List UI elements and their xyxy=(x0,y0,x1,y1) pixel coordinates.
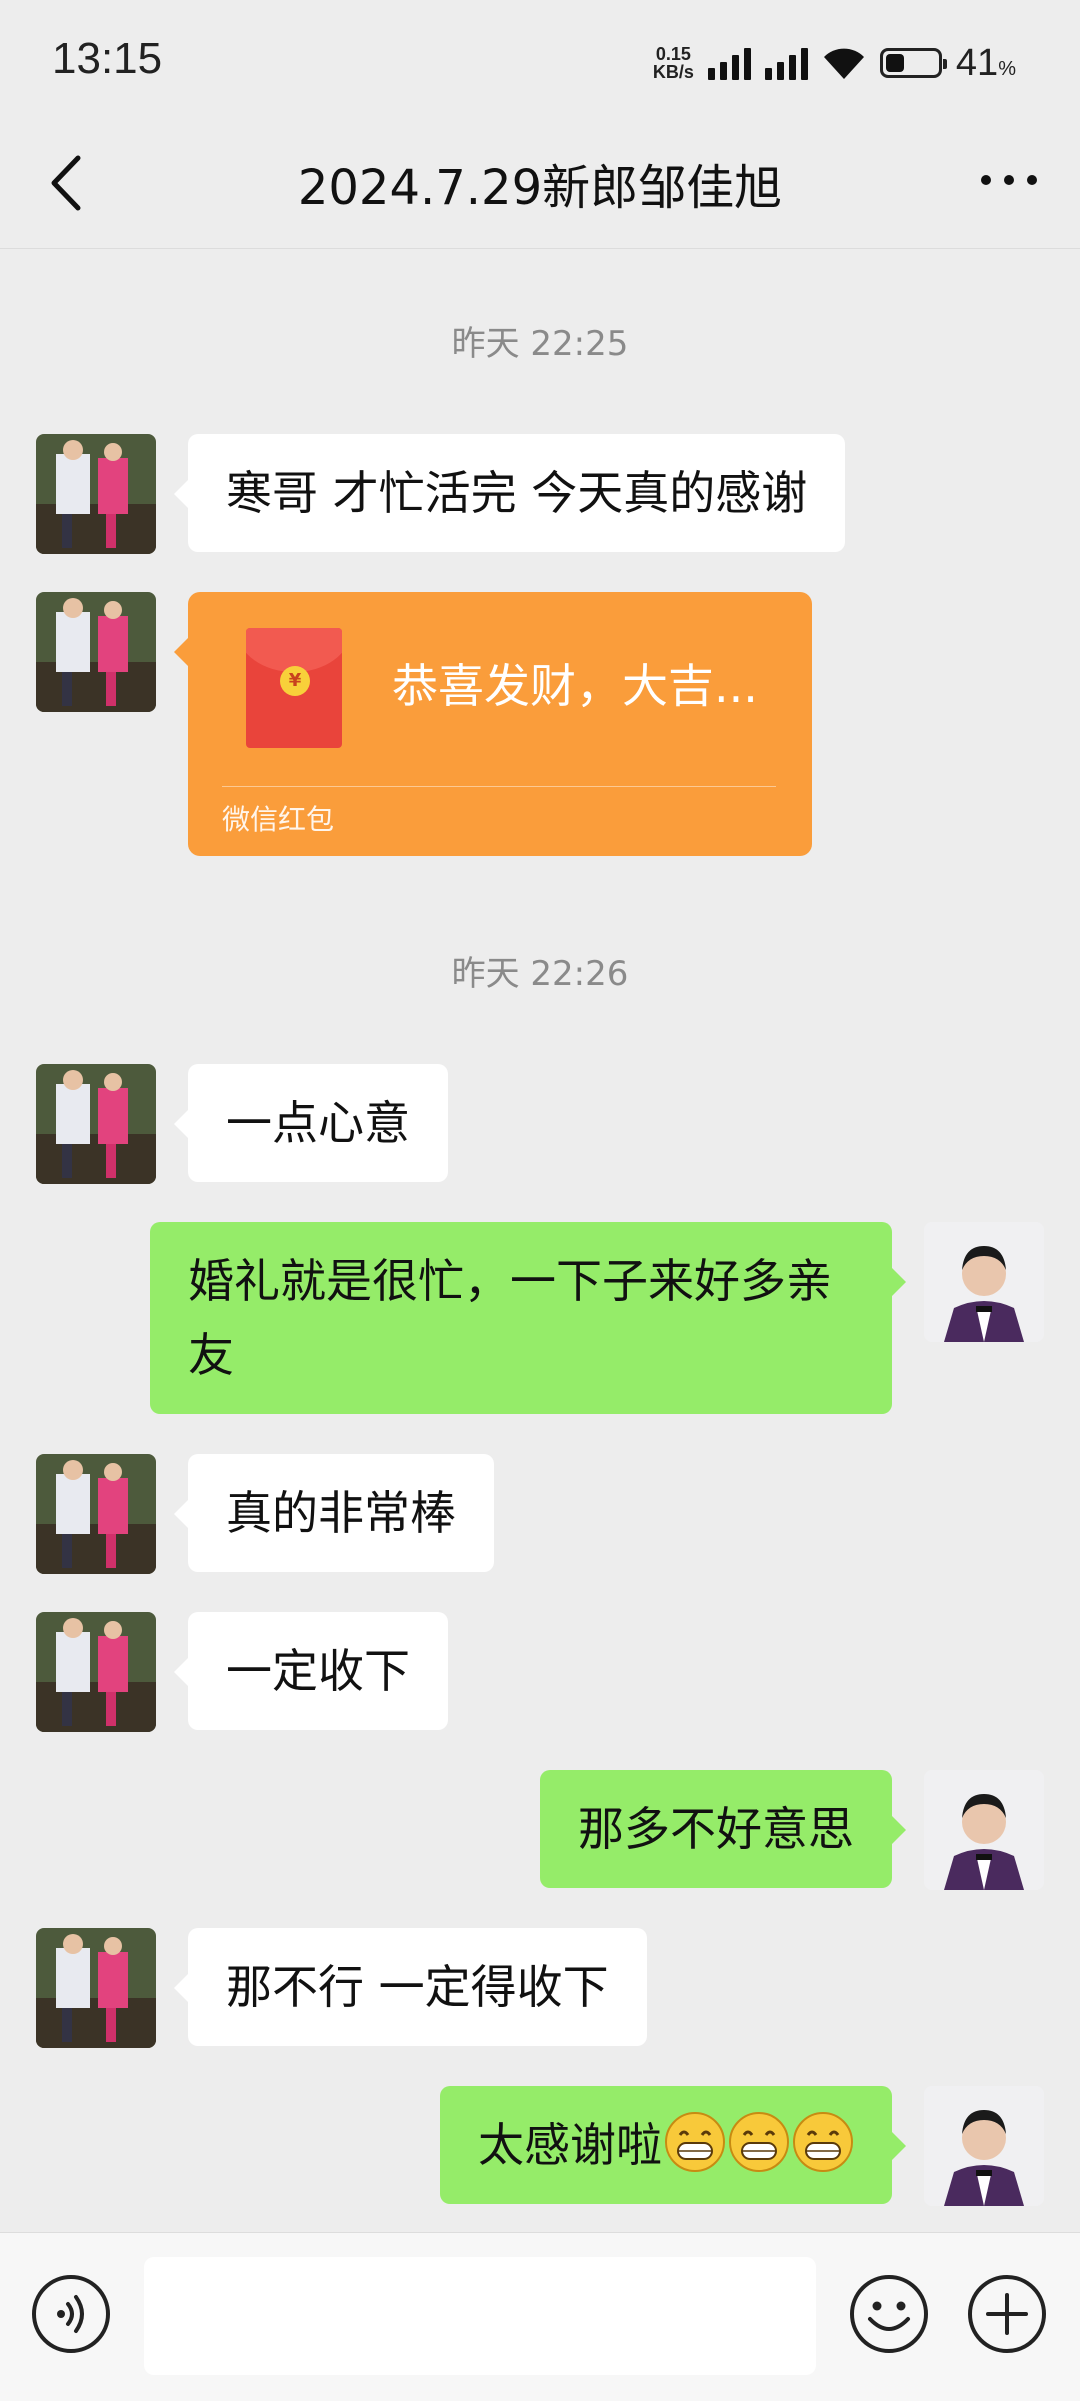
contact-avatar[interactable] xyxy=(36,1064,156,1184)
red-packet-divider xyxy=(222,786,776,787)
cell-signal-icon xyxy=(707,46,751,80)
contact-avatar[interactable] xyxy=(36,1612,156,1732)
red-packet-greeting: 恭喜发财，大吉... xyxy=(392,659,758,713)
battery-icon xyxy=(879,48,947,78)
contact-avatar[interactable] xyxy=(36,434,156,554)
emoji-picker-icon[interactable] xyxy=(848,2273,930,2355)
my-avatar[interactable] xyxy=(924,2086,1044,2206)
message-bubble-received[interactable]: 一定收下 xyxy=(174,1612,448,1730)
status-indicators: 0.15 KB/s 41% xyxy=(653,38,1016,88)
message-timestamp: 昨天 22:25 xyxy=(451,324,629,364)
message-bubble-received[interactable]: 一点心意 xyxy=(174,1064,448,1182)
network-speed: 0.15 KB/s xyxy=(652,44,694,82)
contact-avatar[interactable] xyxy=(36,592,156,712)
my-avatar[interactable] xyxy=(924,1222,1044,1342)
header-divider xyxy=(0,248,1080,249)
red-packet-label: 微信红包 xyxy=(222,803,335,836)
battery-percentage: 41% xyxy=(955,41,1016,84)
chat-header: 2024.7.29新郎邹佳旭 xyxy=(0,120,1080,250)
more-options-icon[interactable] xyxy=(974,150,1044,210)
red-packet-message[interactable]: ¥ 恭喜发财，大吉... 微信红包 xyxy=(174,592,812,856)
message-bubble-received[interactable]: 寒哥 才忙活完 今天真的感谢 xyxy=(173,434,846,552)
my-avatar[interactable] xyxy=(924,1770,1044,1890)
message-bubble-received[interactable]: 那不行 一定得收下 xyxy=(174,1928,647,2046)
contact-avatar[interactable] xyxy=(36,1454,156,1574)
voice-input-icon[interactable] xyxy=(30,2273,112,2355)
message-bubble-received[interactable]: 真的非常棒 xyxy=(174,1454,494,1572)
message-bubble-sent[interactable]: 那多不好意思 xyxy=(540,1770,906,1888)
grinning-face-emoji-icon xyxy=(793,2112,853,2172)
message-timestamp: 昨天 22:26 xyxy=(451,954,629,994)
red-envelope-icon: ¥ xyxy=(246,628,342,748)
message-bubble-sent[interactable]: 太感谢啦 xyxy=(440,2086,906,2204)
more-functions-plus-icon[interactable] xyxy=(966,2273,1048,2355)
message-input-bar xyxy=(0,2232,1080,2401)
cell-signal-icon-2 xyxy=(764,46,808,80)
status-time: 13:15 xyxy=(52,34,163,83)
wifi-icon xyxy=(823,48,864,79)
contact-avatar[interactable] xyxy=(36,1928,156,2048)
chat-title: 2024.7.29新郎邹佳旭 xyxy=(297,160,783,216)
message-bubble-sent[interactable]: 婚礼就是很忙，一下子来好多亲友 xyxy=(150,1222,906,1414)
grinning-face-emoji-icon xyxy=(665,2112,725,2172)
message-text: 太感谢啦 xyxy=(478,2118,662,2172)
message-text-input[interactable] xyxy=(144,2257,816,2375)
status-bar: 13:15 0.15 KB/s 41% xyxy=(0,0,1080,120)
grinning-face-emoji-icon xyxy=(729,2112,789,2172)
